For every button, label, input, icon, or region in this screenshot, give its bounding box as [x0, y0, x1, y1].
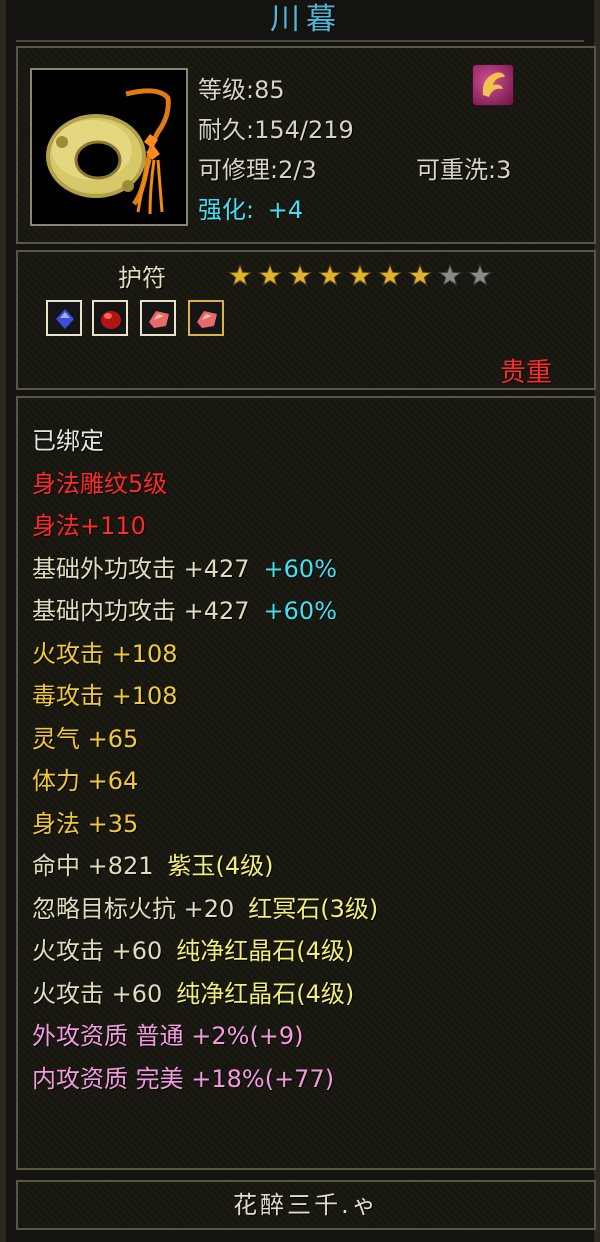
star-filled-icon — [408, 263, 432, 287]
attribute-text: 火攻击 +60 — [32, 979, 163, 1008]
item-level: 等级:85 — [198, 76, 285, 104]
attribute-text: 命中 +821 — [32, 852, 154, 880]
attribute-line: 外攻资质 普通 +2%(+9) — [32, 1015, 304, 1057]
attribute-line: 体力 +64 — [32, 760, 138, 802]
gem-slot-4[interactable] — [188, 300, 224, 336]
item-rarity: 贵重 — [500, 358, 553, 388]
attribute-line: 身法+110 — [32, 505, 146, 547]
school-badge-icon — [472, 64, 514, 106]
attribute-text: 忽略目标火抗 +20 — [32, 894, 235, 923]
item-enhance: 强化: +4 — [198, 190, 303, 225]
attribute-text: 身法+110 — [32, 512, 146, 540]
attribute-line: 命中 +821 紫玉(4级) — [32, 845, 274, 887]
attribute-line: 已绑定 — [32, 420, 104, 462]
attribute-text: 灵气 +65 — [32, 724, 139, 753]
attribute-line: 毒攻击 +108 — [32, 675, 178, 717]
attribute-text: 身法雕纹5级 — [32, 469, 168, 498]
item-icon-frame[interactable] — [30, 68, 188, 226]
attribute-text: 已绑定 — [32, 427, 104, 455]
item-rewash: 可重洗:3 — [416, 156, 512, 184]
item-type: 护符 — [118, 264, 166, 292]
attribute-text: 基础外功攻击 +427 — [32, 554, 250, 583]
enhance-label: 强化: — [198, 196, 255, 224]
attribute-gem: 紫玉(4级) — [167, 852, 274, 880]
pink-gem-icon — [197, 311, 217, 328]
red-gem-icon — [101, 311, 121, 329]
attribute-gem: 纯净红晶石(4级) — [176, 937, 355, 965]
attribute-text: 内攻资质 完美 +18%(+77) — [32, 1064, 335, 1093]
attribute-text: 火攻击 +60 — [32, 937, 163, 965]
star-rating — [226, 262, 496, 290]
attribute-text: 基础内功攻击 +427 — [32, 597, 250, 625]
attribute-percent: +60% — [263, 554, 337, 583]
gem-slot-3[interactable] — [140, 300, 176, 336]
gem-slot-2[interactable] — [92, 300, 128, 336]
attribute-line: 基础内功攻击 +427 +60% — [32, 590, 337, 632]
attribute-gem: 红冥石(3级) — [248, 894, 379, 923]
blue-gem-icon — [56, 309, 74, 329]
attribute-line: 火攻击 +108 — [32, 633, 178, 675]
item-name: 川暮 — [270, 2, 342, 37]
amulet-icon — [38, 76, 180, 218]
attribute-line: 火攻击 +60 纯净红晶石(4级) — [32, 973, 354, 1015]
attribute-text: 毒攻击 +108 — [32, 682, 178, 710]
attribute-line: 身法 +35 — [32, 803, 138, 845]
star-filled-icon — [288, 263, 312, 287]
attribute-line: 灵气 +65 — [32, 718, 138, 760]
item-repairable: 可修理:2/3 — [198, 156, 317, 184]
attribute-text: 外攻资质 普通 +2%(+9) — [32, 1022, 304, 1050]
attribute-text: 火攻击 +108 — [32, 639, 178, 668]
star-filled-icon — [258, 263, 282, 287]
attribute-text: 身法 +35 — [32, 809, 139, 838]
attribute-percent: +60% — [263, 597, 337, 625]
attribute-gem: 纯净红晶石(4级) — [176, 979, 355, 1008]
pink-gem-icon — [149, 311, 169, 328]
attribute-line: 基础外功攻击 +427 +60% — [32, 548, 337, 590]
attribute-line: 火攻击 +60 纯净红晶石(4级) — [32, 930, 354, 972]
star-filled-icon — [318, 263, 342, 287]
attribute-line: 忽略目标火抗 +20 红冥石(3级) — [32, 888, 378, 930]
attribute-line: 身法雕纹5级 — [32, 463, 167, 505]
item-tooltip: 川暮 等级:85 耐久:154/219 可修理:2/3 可重洗:3 强化: +4 — [0, 0, 600, 1242]
enhance-value: +4 — [267, 196, 304, 224]
item-durability: 耐久:154/219 — [198, 116, 354, 144]
star-empty-icon — [438, 263, 462, 287]
attribute-line: 内攻资质 完美 +18%(+77) — [32, 1058, 334, 1100]
attribute-text: 体力 +64 — [32, 767, 139, 795]
owner-name: 花醉三千.ゃ — [233, 1191, 379, 1219]
star-filled-icon — [228, 263, 252, 287]
star-empty-icon — [468, 263, 492, 287]
star-filled-icon — [378, 263, 402, 287]
star-filled-icon — [348, 263, 372, 287]
gem-slot-1[interactable] — [46, 300, 82, 336]
title-divider — [16, 40, 584, 42]
